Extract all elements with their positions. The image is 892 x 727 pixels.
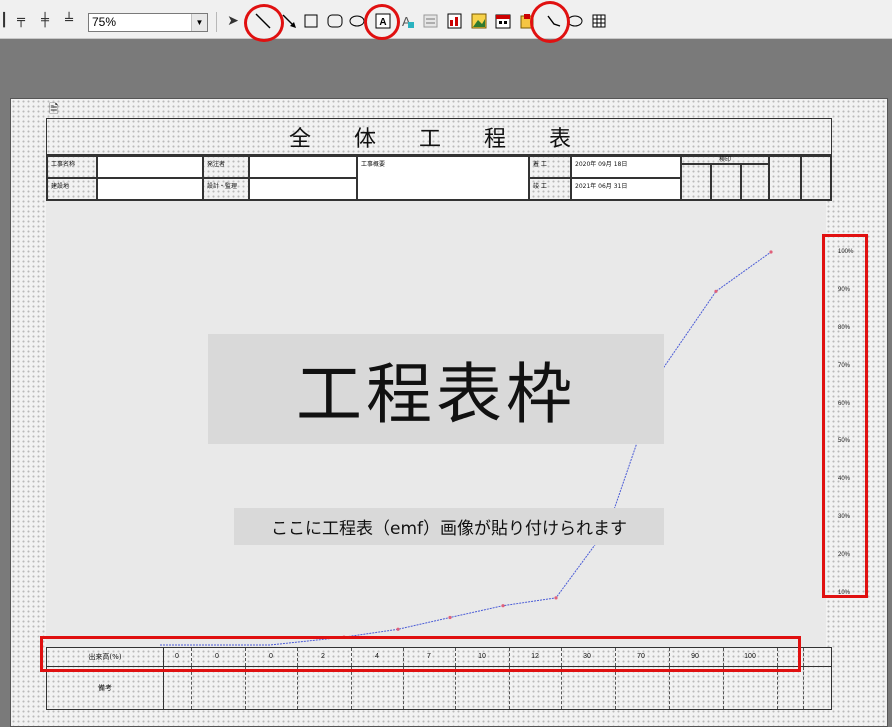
column-divider [191, 667, 192, 709]
curve-point [769, 250, 773, 254]
column-divider [803, 667, 804, 709]
column-divider [351, 667, 352, 709]
column-divider [245, 667, 246, 709]
curve-point [396, 627, 400, 631]
column-divider [403, 667, 404, 709]
column-divider [669, 667, 670, 709]
progress-curve-line [160, 251, 772, 646]
curve-point [501, 604, 505, 608]
column-divider [723, 667, 724, 709]
column-divider [455, 667, 456, 709]
remarks-row-label: 備考 [98, 684, 112, 692]
placeholder-note[interactable]: ここに工程表（emf）画像が貼り付けられます [234, 508, 664, 545]
curve-point [554, 596, 558, 600]
column-divider [561, 667, 562, 709]
column-divider [509, 667, 510, 709]
remarks-row[interactable]: 備考 [46, 667, 832, 710]
highlight-rect-y-axis [822, 234, 868, 598]
curve-point [714, 289, 718, 293]
column-divider [163, 667, 164, 709]
column-divider [297, 667, 298, 709]
column-divider [777, 667, 778, 709]
placeholder-title[interactable]: 工程表枠 [208, 334, 664, 444]
curve-point [448, 615, 452, 620]
column-divider [803, 648, 804, 666]
highlight-rect-progress-row [40, 636, 801, 672]
column-divider [615, 667, 616, 709]
